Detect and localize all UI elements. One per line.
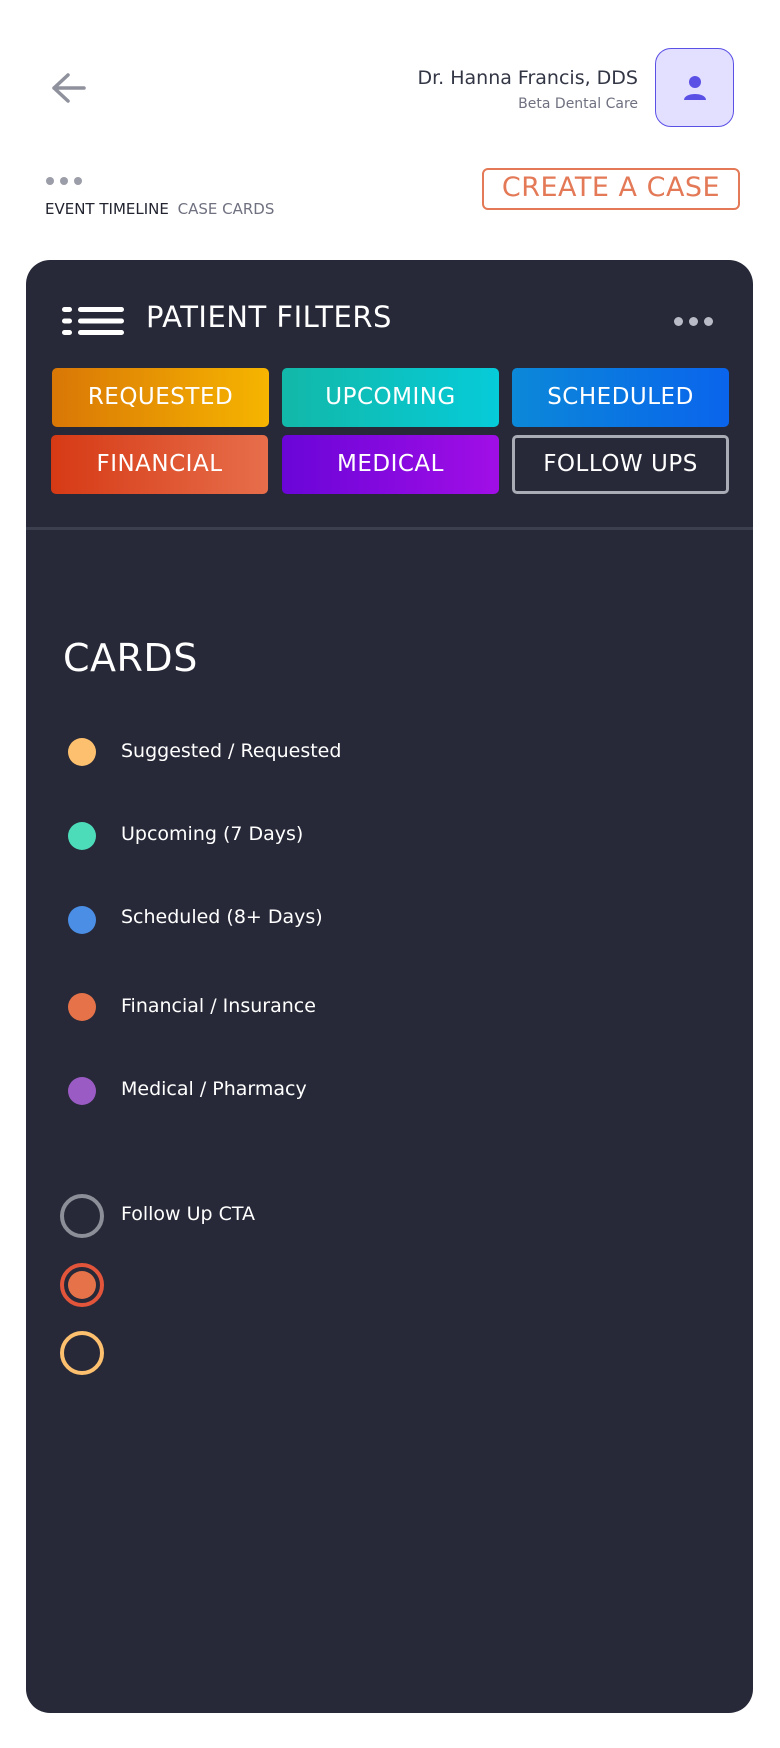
- user-name: Dr. Hanna Francis, DDS: [417, 67, 638, 89]
- panel-more-icon[interactable]: [674, 317, 713, 326]
- filter-upcoming-button[interactable]: UPCOMING: [282, 368, 499, 427]
- ring-inner-dot: [68, 1271, 96, 1299]
- panel-divider: [26, 527, 753, 530]
- filter-financial-button[interactable]: FINANCIAL: [51, 435, 268, 494]
- legend-dot-upcoming: [68, 822, 96, 850]
- patient-filters-panel: PATIENT FILTERS REQUESTED UPCOMING SCHED…: [26, 260, 753, 1713]
- legend-dot-scheduled: [68, 906, 96, 934]
- filter-requested-button[interactable]: REQUESTED: [52, 368, 269, 427]
- tab-case-cards[interactable]: CASE CARDS: [178, 200, 275, 218]
- legend-label: Upcoming (7 Days): [121, 823, 304, 845]
- legend-dot-medical: [68, 1077, 96, 1105]
- legend-dot-requested: [68, 738, 96, 766]
- more-options-icon[interactable]: [46, 177, 82, 185]
- tab-event-timeline[interactable]: EVENT TIMELINE: [45, 200, 169, 218]
- avatar-button[interactable]: [655, 48, 734, 127]
- view-tabs: EVENT TIMELINE CASE CARDS: [45, 200, 274, 218]
- follow-up-ring-yellow: [60, 1331, 104, 1375]
- create-case-button[interactable]: CREATE A CASE: [482, 168, 740, 210]
- follow-up-ring-orange: [60, 1263, 104, 1307]
- legend-dot-financial: [68, 993, 96, 1021]
- legend-label: Medical / Pharmacy: [121, 1078, 307, 1100]
- follow-up-label: Follow Up CTA: [121, 1203, 256, 1225]
- list-icon[interactable]: [62, 307, 124, 335]
- legend-label: Scheduled (8+ Days): [121, 906, 323, 928]
- panel-title: PATIENT FILTERS: [146, 300, 392, 334]
- user-icon: [683, 75, 706, 100]
- back-arrow-icon[interactable]: [48, 70, 88, 106]
- cards-heading: CARDS: [63, 636, 198, 680]
- user-organization: Beta Dental Care: [518, 96, 638, 112]
- filter-follow-ups-button[interactable]: FOLLOW UPS: [512, 435, 729, 494]
- filter-scheduled-button[interactable]: SCHEDULED: [512, 368, 729, 427]
- user-info: Dr. Hanna Francis, DDS Beta Dental Care: [417, 66, 638, 112]
- filter-medical-button[interactable]: MEDICAL: [282, 435, 499, 494]
- legend-label: Financial / Insurance: [121, 995, 316, 1017]
- legend-label: Suggested / Requested: [121, 740, 342, 762]
- follow-up-ring-gray: [60, 1194, 104, 1238]
